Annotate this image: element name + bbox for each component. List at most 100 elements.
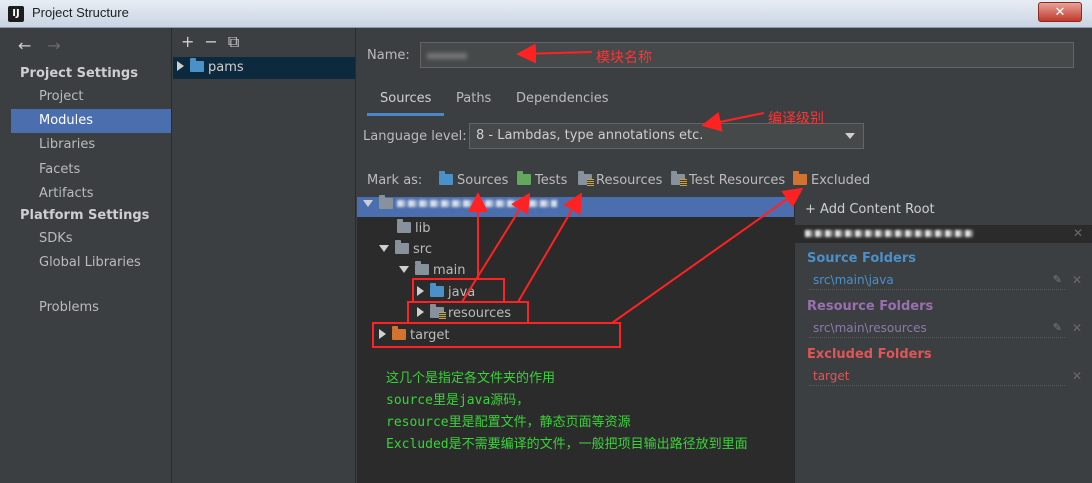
mark-resources-label: Resources [596, 173, 663, 188]
sidebar-item-modules[interactable]: Modules [11, 109, 171, 133]
sidebar-item-libraries[interactable]: Libraries [11, 133, 171, 157]
tree-item-label: resources [448, 306, 512, 321]
add-icon: + [805, 202, 821, 217]
language-level-label: Language level: [363, 129, 467, 144]
module-list-panel: + − ⧉ pams [173, 28, 356, 483]
tree-item-java[interactable]: java [417, 282, 475, 303]
excluded-folders-heading: Excluded Folders [807, 347, 932, 362]
test-resource-folder-icon [671, 171, 687, 186]
resource-folder-icon [430, 304, 446, 319]
separator [809, 289, 1065, 290]
content-root-panel: + Add Content Root ✕ Source Folders src\… [794, 197, 1092, 483]
annotation-compile-level: 编译级别 [768, 111, 824, 127]
tree-item-resources[interactable]: resources [417, 303, 511, 324]
test-folder-icon [517, 171, 531, 185]
expand-arrow-icon[interactable] [417, 286, 424, 296]
folder-icon [415, 261, 429, 275]
sidebar-item-artifacts[interactable]: Artifacts [11, 182, 171, 206]
mark-test-resources-button[interactable]: Test Resources [671, 171, 786, 188]
add-content-root-label: Add Content Root [820, 202, 935, 217]
close-button[interactable]: ✕ [1038, 2, 1082, 22]
settings-sidebar: ← → Project Settings Project Modules Libr… [0, 28, 172, 483]
module-toolbar: + − ⧉ [181, 32, 249, 52]
root-folder-icon [379, 195, 393, 209]
explanation-note: 这几个是指定各文件夹的作用 source里是java源码， resource里是… [386, 368, 748, 456]
explanation-line: Excluded是不需要编译的文件，一般把项目输出路径放到里面 [386, 437, 748, 452]
excluded-folder-icon [793, 171, 807, 185]
explanation-line: 这几个是指定各文件夹的作用 [386, 371, 556, 386]
redacted-root-path [397, 200, 557, 207]
collapse-arrow-icon[interactable] [379, 245, 389, 252]
excluded-folder-icon [392, 326, 406, 340]
expand-arrow-icon[interactable] [379, 329, 386, 339]
collapse-arrow-icon[interactable] [363, 200, 373, 207]
remove-icon[interactable]: − [204, 32, 217, 51]
explanation-line: source里是java源码， [386, 393, 530, 408]
add-content-root-button[interactable]: + Add Content Root [805, 202, 935, 217]
edit-pencil-icon[interactable]: ✎ [1053, 321, 1062, 334]
tree-item-label: java [448, 285, 476, 300]
tree-item-label: src [413, 242, 432, 257]
excluded-folder-path: target [813, 369, 850, 383]
mark-excluded-label: Excluded [811, 173, 871, 188]
collapse-arrow-icon[interactable] [399, 266, 409, 273]
remove-folder-icon[interactable]: ✕ [1072, 273, 1082, 287]
expand-arrow-icon[interactable] [177, 61, 184, 71]
sidebar-item-problems[interactable]: Problems [11, 296, 171, 320]
source-folder-icon [430, 283, 444, 297]
source-folder-path: src\main\java [813, 273, 894, 287]
tree-item-label: lib [415, 221, 431, 236]
sidebar-item-project[interactable]: Project [11, 85, 171, 109]
edit-pencil-icon[interactable]: ✎ [1053, 273, 1062, 286]
mark-as-label: Mark as: [367, 173, 423, 188]
mark-tests-label: Tests [535, 173, 568, 188]
tab-paths[interactable]: Paths [443, 88, 504, 116]
module-label: pams [208, 60, 244, 75]
tab-dependencies[interactable]: Dependencies [503, 88, 622, 116]
sidebar-item-facets[interactable]: Facets [11, 158, 171, 182]
source-folder-icon [439, 171, 453, 185]
module-item-pams[interactable]: pams [173, 57, 355, 79]
forward-arrow-icon[interactable]: → [47, 36, 60, 55]
tree-item-label: main [433, 263, 466, 278]
tree-root-row[interactable] [357, 195, 794, 217]
sidebar-item-global-libraries[interactable]: Global Libraries [11, 251, 171, 275]
name-label: Name: [367, 48, 410, 63]
mark-test-resources-label: Test Resources [689, 173, 786, 188]
mark-excluded-button[interactable]: Excluded [793, 171, 871, 188]
intellij-app-icon: IJ [8, 6, 24, 22]
nav-arrows: ← → [18, 36, 77, 55]
remove-root-icon[interactable]: ✕ [1073, 226, 1083, 240]
sidebar-item-sdks[interactable]: SDKs [11, 227, 171, 251]
window-title: Project Structure [32, 5, 129, 20]
annotation-module-name: 模块名称 [596, 50, 652, 66]
mark-resources-button[interactable]: Resources [578, 171, 663, 188]
remove-folder-icon[interactable]: ✕ [1072, 321, 1082, 335]
separator [809, 385, 1065, 386]
mark-tests-button[interactable]: Tests [517, 171, 568, 188]
tree-item-main[interactable]: main [399, 260, 465, 281]
tree-item-label: target [410, 328, 450, 343]
resource-folder-icon [578, 171, 594, 186]
tree-item-target[interactable]: target [379, 325, 450, 346]
back-arrow-icon[interactable]: ← [18, 36, 31, 55]
tree-item-lib[interactable]: lib [397, 218, 430, 239]
copy-icon[interactable]: ⧉ [228, 32, 239, 51]
source-folders-heading: Source Folders [807, 251, 917, 266]
explanation-line: resource里是配置文件，静态页面等资源 [386, 415, 631, 430]
module-name-input[interactable] [420, 42, 1074, 68]
platform-settings-heading: Platform Settings [20, 208, 150, 223]
title-bar: IJ Project Structure ✕ [0, 0, 1092, 28]
tab-sources[interactable]: Sources [367, 88, 445, 116]
separator [809, 337, 1065, 338]
mark-sources-button[interactable]: Sources [439, 171, 508, 188]
redacted-name [427, 53, 467, 59]
module-folder-icon [190, 58, 204, 72]
project-settings-heading: Project Settings [20, 66, 138, 81]
tree-item-src[interactable]: src [379, 239, 432, 260]
remove-folder-icon[interactable]: ✕ [1072, 369, 1082, 383]
add-icon[interactable]: + [181, 32, 194, 51]
expand-arrow-icon[interactable] [417, 307, 424, 317]
folder-icon [395, 240, 409, 254]
dropdown-caret-icon [845, 133, 855, 139]
